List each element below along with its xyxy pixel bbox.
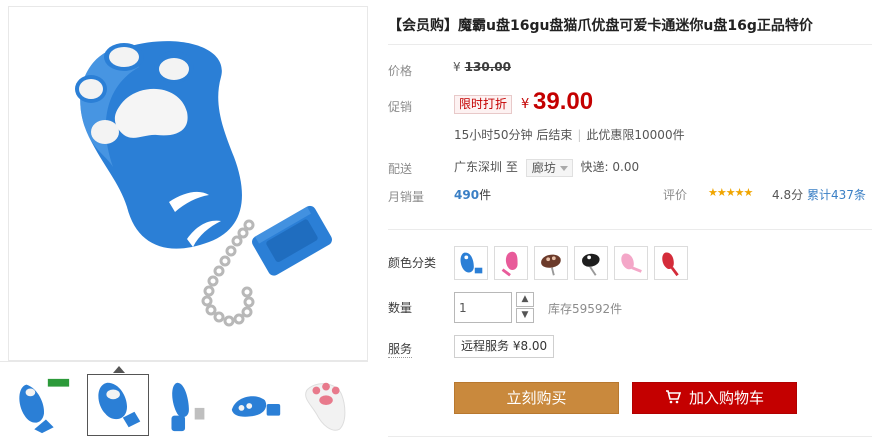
rating-stars-icon: ★★★★★ [708, 186, 753, 199]
monthly-sales-unit: 件 [479, 188, 492, 202]
paw-usb-black-icon [582, 253, 600, 276]
paw-usb-thumb-icon [19, 378, 70, 434]
thumbnail-4[interactable] [225, 374, 287, 436]
sale-price: 39.00 [533, 88, 594, 115]
cart-icon [665, 390, 681, 404]
express-fee: 快递: 0.00 [580, 160, 640, 174]
swatch-blue[interactable] [454, 246, 488, 280]
paw-usb-thumb-icon [305, 382, 346, 431]
quantity-decrease-button[interactable]: ▼ [516, 308, 534, 323]
swatch-brown[interactable] [534, 246, 568, 280]
promo-label: 促销 [388, 100, 413, 114]
original-price: ¥130.00 [453, 60, 511, 74]
paw-usb-brown-icon [541, 254, 561, 276]
product-title: 【会员购】魔霸u盘16gu盘猫爪优盘可爱卡通迷你u盘16g正品特价 [388, 18, 813, 34]
shipping-label: 配送 [388, 162, 413, 176]
countdown-text: 15小时50分钟 后结束 [454, 128, 573, 142]
thumbnail-2[interactable] [87, 374, 149, 436]
paw-usb-image [75, 41, 332, 327]
quantity-label: 数量 [388, 301, 413, 315]
paw-usb-light-pink-icon [621, 253, 642, 273]
review-count-link[interactable]: 累计437条 [807, 186, 866, 203]
original-price-value: 130.00 [464, 60, 511, 74]
thumbnail-5[interactable] [296, 374, 358, 436]
destination-value: 廊坊 [531, 160, 556, 175]
chevron-down-icon [559, 165, 568, 171]
color-label: 颜色分类 [388, 256, 437, 270]
paw-usb-thumb-icon [231, 396, 281, 417]
add-to-cart-button[interactable]: 加入购物车 [632, 382, 797, 414]
sale-currency-symbol: ¥ [521, 97, 530, 112]
shipping-row: 广东深圳 至 廊坊 快递: 0.00 [454, 158, 639, 177]
swatch-red[interactable] [654, 246, 688, 280]
countdown-row: 15小时50分钟 后结束 | 此优惠限10000件 [454, 126, 685, 143]
swatch-pink[interactable] [494, 246, 528, 280]
quantity-input[interactable] [454, 292, 512, 323]
paw-usb-pink-icon [501, 251, 518, 277]
service-label-wrap: 服务 [388, 340, 413, 358]
product-detail-panel: 【会员购】魔霸u盘16gu盘猫爪优盘可爱卡通迷你u盘16g正品特价 价格 ¥13… [370, 0, 872, 442]
divider [388, 229, 872, 230]
thumbnail-1[interactable] [12, 374, 74, 436]
destination-select[interactable]: 廊坊 [525, 158, 573, 177]
main-product-image[interactable] [8, 6, 368, 361]
paw-usb-thumb-icon [171, 382, 205, 432]
service-label: 服务 [388, 342, 413, 358]
monthly-sales-label: 月销量 [388, 190, 425, 204]
thumbnail-strip [0, 361, 368, 442]
quantity-increase-button[interactable]: ▲ [516, 292, 534, 307]
promo-limit: 此优惠限10000件 [586, 128, 685, 142]
stock-count: 库存59592件 [548, 302, 623, 316]
swatch-black[interactable] [574, 246, 608, 280]
add-to-cart-label: 加入购物车 [688, 389, 764, 407]
ship-to: 至 [505, 160, 518, 174]
separator: | [577, 128, 582, 142]
price-label: 价格 [388, 64, 413, 78]
limited-discount-badge: 限时打折 [454, 95, 513, 114]
swatch-light-pink[interactable] [614, 246, 648, 280]
currency-symbol: ¥ [453, 60, 461, 74]
buy-now-button[interactable]: 立刻购买 [454, 382, 619, 414]
thumbnail-3[interactable] [155, 374, 217, 436]
divider [388, 44, 872, 45]
paw-usb-blue-icon [460, 252, 483, 274]
product-gallery [0, 0, 368, 442]
monthly-sales: 490件 [454, 186, 491, 203]
paw-usb-red-icon [662, 252, 679, 277]
ship-origin: 广东深圳 [454, 160, 503, 174]
remote-service-option[interactable]: 远程服务 ¥8.00 [454, 335, 555, 358]
rating-score: 4.8分 [772, 188, 804, 202]
paw-usb-thumb-icon [98, 382, 141, 428]
active-thumb-caret-icon [113, 366, 125, 373]
divider [388, 436, 872, 437]
monthly-sales-count: 490 [454, 188, 480, 202]
rating-label: 评价 [663, 188, 688, 202]
